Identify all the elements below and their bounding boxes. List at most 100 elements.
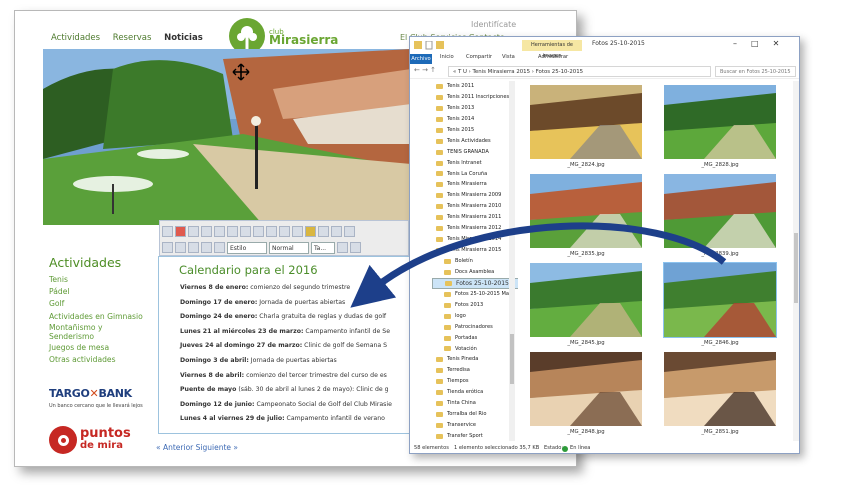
select-all-icon[interactable] (292, 226, 303, 237)
delete-icon[interactable] (175, 226, 186, 237)
folder-item[interactable]: Tenis Mirasierra 2014 (432, 234, 530, 245)
sidebar-item-gimnasio[interactable]: Actividades en Gimnasio (49, 311, 143, 323)
folder-item[interactable]: Tenis Mirasierra 2015 (432, 245, 530, 256)
replace-icon[interactable] (279, 226, 290, 237)
file-name[interactable]: _MG_2846.jpg (664, 340, 776, 346)
tab-archivo[interactable]: Archivo (410, 54, 432, 64)
sidebar-item-padel[interactable]: Pádel (49, 286, 143, 298)
table-icon[interactable] (201, 242, 212, 253)
file-name[interactable]: _MG_2824.jpg (530, 162, 642, 168)
image-icon[interactable] (188, 242, 199, 253)
copy-icon[interactable] (201, 226, 212, 237)
file-name[interactable]: _MG_2845.jpg (530, 340, 642, 346)
sidebar-item-golf[interactable]: Golf (49, 298, 143, 310)
folder-item[interactable]: Tenis Mirasierra 2011 (432, 212, 530, 223)
login-link[interactable]: Identifícate (471, 20, 516, 29)
search-input[interactable]: Buscar en Fotos 25-10-2015 (715, 66, 796, 77)
sidebar-item-tenis[interactable]: Tenis (49, 274, 143, 286)
folder-item[interactable]: Tenis 2015 (432, 125, 530, 136)
nav-scroll-thumb[interactable] (510, 334, 514, 384)
folder-item[interactable]: Tenis 2014 (432, 114, 530, 125)
folder-item[interactable]: Torralba del Rio (432, 409, 530, 420)
folder-item[interactable]: Boletín (432, 256, 530, 267)
tab-inicio[interactable]: Inicio (440, 54, 454, 60)
prev-link[interactable]: « Anterior (156, 443, 193, 452)
folder-item[interactable]: Tenis Intranet (432, 158, 530, 169)
file-thumbnail[interactable] (664, 85, 776, 159)
paste-icon[interactable] (214, 226, 225, 237)
file-thumbnail[interactable] (664, 352, 776, 426)
tools-tab[interactable]: Herramientas de imagen (522, 40, 582, 59)
file-thumbnail[interactable] (530, 174, 642, 248)
file-name[interactable]: _MG_2848.jpg (530, 429, 642, 435)
nav-noticias[interactable]: Noticias (164, 33, 203, 43)
folder-item[interactable]: Tenis 2011 Inscripciones (432, 92, 530, 103)
folder-item[interactable]: Votación (432, 344, 530, 355)
outdent-icon[interactable] (344, 226, 355, 237)
folder-item[interactable]: Tenis Mirasierra (432, 179, 530, 190)
undo-icon[interactable] (240, 226, 251, 237)
file-name[interactable]: _MG_2851.jpg (664, 429, 776, 435)
source-icon[interactable] (162, 226, 173, 237)
folder-item[interactable]: Patrocinadores (432, 322, 530, 333)
cut-icon[interactable] (188, 226, 199, 237)
folder-item[interactable]: Docs Asamblea (432, 267, 530, 278)
folder-item[interactable]: Tenis Mirasierra 2009 (432, 190, 530, 201)
sidebar-item-montanismo[interactable]: Montañismo y (49, 323, 143, 332)
redo-icon[interactable] (253, 226, 264, 237)
folder-item[interactable]: Tienda erótica (432, 387, 530, 398)
sidebar-item-senderismo[interactable]: Senderismo (49, 332, 143, 342)
anchor-icon[interactable] (175, 242, 186, 253)
folder-item[interactable]: Tenis La Coruña (432, 169, 530, 180)
folder-item[interactable]: Fotos 25-10-2015 Mail (432, 289, 530, 300)
folder-item[interactable]: Tenis 2013 (432, 103, 530, 114)
file-thumbnail[interactable] (530, 352, 642, 426)
puntos-de-mira-logo[interactable]: puntos de mira (49, 424, 131, 456)
folder-item[interactable]: Tenis Actividades (432, 136, 530, 147)
file-name[interactable]: _MG_2835.jpg (530, 251, 642, 257)
find-icon[interactable] (266, 226, 277, 237)
minimize-icon[interactable]: – (733, 39, 751, 48)
folder-item[interactable]: Tinta China (432, 398, 530, 409)
file-name[interactable]: _MG_2839.jpg (664, 251, 776, 257)
folder-item[interactable]: Fotos 2013 (432, 300, 530, 311)
file-thumbnail[interactable] (663, 262, 777, 338)
folder-item[interactable]: TENIS GRANADA (432, 147, 530, 158)
close-icon[interactable]: ✕ (773, 39, 794, 48)
bullet-list-icon[interactable] (331, 226, 342, 237)
format-select[interactable]: Normal (269, 241, 309, 254)
files-scroll-thumb[interactable] (794, 233, 798, 303)
folder-item[interactable]: Portadas (432, 333, 530, 344)
tab-vista[interactable]: Vista (502, 54, 515, 60)
address-bar[interactable]: « T U › Tenis Mirasierra 2015 › Fotos 25… (448, 66, 711, 77)
tab-administrar[interactable]: Administrar (538, 54, 568, 60)
nav-scrollbar[interactable] (509, 81, 515, 441)
bold-icon[interactable] (337, 242, 348, 253)
folder-item[interactable]: Fotos 25-10-2015 (432, 277, 530, 289)
spellcheck-icon[interactable] (305, 226, 316, 237)
nav-actividades[interactable]: Actividades (51, 33, 100, 43)
folder-item[interactable]: Tenis Mirasierra 2010 (432, 201, 530, 212)
hr-icon[interactable] (214, 242, 225, 253)
folder-item[interactable]: Tenis 2011 (432, 81, 530, 92)
tab-compartir[interactable]: Compartir (466, 54, 492, 60)
numbered-list-icon[interactable] (318, 226, 329, 237)
next-link[interactable]: Siguiente » (196, 443, 238, 452)
back-forward-icon[interactable]: ← → ↑ (414, 66, 436, 74)
file-thumbnail[interactable] (530, 85, 642, 159)
sidebar-item-otras[interactable]: Otras actividades (49, 354, 143, 366)
paste-text-icon[interactable] (227, 226, 238, 237)
size-select[interactable]: Ta... (311, 241, 335, 254)
link-icon[interactable] (162, 242, 173, 253)
folder-item[interactable]: Transfer Sport (432, 431, 530, 441)
maximize-icon[interactable]: □ (751, 39, 773, 48)
targobank-logo[interactable]: TARGO✕BANK (49, 387, 132, 400)
folder-item[interactable]: Tiempos (432, 376, 530, 387)
folder-item[interactable]: Terredisa (432, 365, 530, 376)
nav-reservas[interactable]: Reservas (113, 33, 152, 43)
sidebar-item-juegos[interactable]: Juegos de mesa (49, 342, 143, 354)
file-thumbnail[interactable] (664, 174, 776, 248)
quick-access-icon[interactable] (414, 41, 454, 50)
folder-item[interactable]: Transervice (432, 420, 530, 431)
folder-item[interactable]: Tenis Pineda (432, 354, 530, 365)
